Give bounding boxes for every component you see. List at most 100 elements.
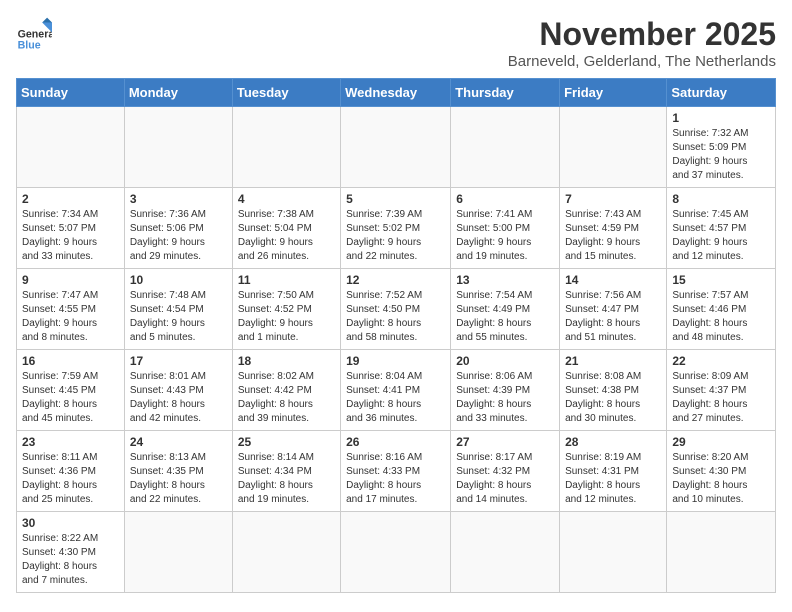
day-info: Sunrise: 8:02 AM Sunset: 4:42 PM Dayligh… [238,370,335,426]
day-cell: 8Sunrise: 7:45 AM Sunset: 4:57 PM Daylig… [667,188,776,269]
day-cell: 23 Sunrise: 8:11 AM Sunset: 4:36 PM Dayli… [17,431,125,512]
day-number: 3 [130,192,227,206]
location: Barneveld, Gelderland, The Netherlands [508,53,776,70]
day-cell: 27 Sunrise: 8:17 AM Sunset: 4:32 PM Dayli… [451,431,560,512]
day-number: 11 [238,273,335,287]
day-cell: 18 Sunrise: 8:02 AM Sunset: 4:42 PM Dayli… [232,350,340,431]
day-cell [17,107,125,188]
day-info: Sunrise: 7:52 AM Sunset: 4:50 PM Dayligh… [346,289,445,345]
day-info: Sunrise: 8:14 AM Sunset: 4:34 PM Dayligh… [238,451,335,507]
title-block: November 2025 Barneveld, Gelderland, The… [508,16,776,70]
weekday-header-wednesday: Wednesday [341,79,451,107]
day-cell: 25 Sunrise: 8:14 AM Sunset: 4:34 PM Dayli… [232,431,340,512]
day-number: 5 [346,192,445,206]
month-title: November 2025 [508,16,776,53]
day-info: Sunrise: 7:50 AM Sunset: 4:52 PM Dayligh… [238,289,335,345]
day-cell: 22 Sunrise: 8:09 AM Sunset: 4:37 PM Dayli… [667,350,776,431]
day-info: Sunrise: 8:19 AM Sunset: 4:31 PM Dayligh… [565,451,661,507]
day-number: 16 [22,354,119,368]
week-row-4: 16 Sunrise: 7:59 AM Sunset: 4:45 PM Dayli… [17,350,776,431]
day-cell: 3 Sunrise: 7:36 AM Sunset: 5:06 PM Daylig… [124,188,232,269]
day-number: 6 [456,192,554,206]
week-row-6: 30 Sunrise: 8:22 AM Sunset: 4:30 PM Dayli… [17,512,776,593]
svg-text:General: General [18,28,52,40]
day-cell: 28 Sunrise: 8:19 AM Sunset: 4:31 PM Dayli… [560,431,667,512]
week-row-3: 9Sunrise: 7:47 AM Sunset: 4:55 PM Daylig… [17,269,776,350]
day-number: 1 [672,111,770,125]
weekday-header-saturday: Saturday [667,79,776,107]
day-cell: 17 Sunrise: 8:01 AM Sunset: 4:43 PM Dayli… [124,350,232,431]
day-cell: 20 Sunrise: 8:06 AM Sunset: 4:39 PM Dayli… [451,350,560,431]
day-info: Sunrise: 8:13 AM Sunset: 4:35 PM Dayligh… [130,451,227,507]
day-info: Sunrise: 7:43 AM Sunset: 4:59 PM Dayligh… [565,208,661,264]
day-info: Sunrise: 8:06 AM Sunset: 4:39 PM Dayligh… [456,370,554,426]
weekday-header-tuesday: Tuesday [232,79,340,107]
day-cell: 21Sunrise: 8:08 AM Sunset: 4:38 PM Dayli… [560,350,667,431]
weekday-header-friday: Friday [560,79,667,107]
day-info: Sunrise: 8:22 AM Sunset: 4:30 PM Dayligh… [22,532,119,588]
day-number: 12 [346,273,445,287]
day-info: Sunrise: 7:47 AM Sunset: 4:55 PM Dayligh… [22,289,119,345]
day-cell: 16 Sunrise: 7:59 AM Sunset: 4:45 PM Dayli… [17,350,125,431]
day-cell: 7 Sunrise: 7:43 AM Sunset: 4:59 PM Daylig… [560,188,667,269]
day-cell: 26Sunrise: 8:16 AM Sunset: 4:33 PM Dayli… [341,431,451,512]
day-cell: 19 Sunrise: 8:04 AM Sunset: 4:41 PM Dayli… [341,350,451,431]
day-cell: 10 Sunrise: 7:48 AM Sunset: 4:54 PM Dayli… [124,269,232,350]
day-number: 20 [456,354,554,368]
day-info: Sunrise: 7:36 AM Sunset: 5:06 PM Dayligh… [130,208,227,264]
day-number: 7 [565,192,661,206]
day-info: Sunrise: 7:41 AM Sunset: 5:00 PM Dayligh… [456,208,554,264]
day-number: 25 [238,435,335,449]
day-number: 27 [456,435,554,449]
day-info: Sunrise: 8:11 AM Sunset: 4:36 PM Dayligh… [22,451,119,507]
day-cell [232,512,340,593]
day-number: 15 [672,273,770,287]
day-cell [341,107,451,188]
day-number: 17 [130,354,227,368]
day-cell: 29Sunrise: 8:20 AM Sunset: 4:30 PM Dayli… [667,431,776,512]
day-info: Sunrise: 8:09 AM Sunset: 4:37 PM Dayligh… [672,370,770,426]
day-number: 13 [456,273,554,287]
day-number: 19 [346,354,445,368]
day-info: Sunrise: 7:34 AM Sunset: 5:07 PM Dayligh… [22,208,119,264]
weekday-header-sunday: Sunday [17,79,125,107]
logo: General Blue [16,16,52,52]
day-info: Sunrise: 7:56 AM Sunset: 4:47 PM Dayligh… [565,289,661,345]
day-number: 8 [672,192,770,206]
day-info: Sunrise: 8:17 AM Sunset: 4:32 PM Dayligh… [456,451,554,507]
day-number: 23 [22,435,119,449]
day-number: 29 [672,435,770,449]
day-number: 30 [22,516,119,530]
page-header: General Blue November 2025 Barneveld, Ge… [16,16,776,70]
calendar-table: SundayMondayTuesdayWednesdayThursdayFrid… [16,78,776,593]
day-number: 28 [565,435,661,449]
day-cell: 12 Sunrise: 7:52 AM Sunset: 4:50 PM Dayli… [341,269,451,350]
day-cell: 6 Sunrise: 7:41 AM Sunset: 5:00 PM Daylig… [451,188,560,269]
day-cell [232,107,340,188]
day-info: Sunrise: 8:04 AM Sunset: 4:41 PM Dayligh… [346,370,445,426]
day-number: 10 [130,273,227,287]
day-number: 21 [565,354,661,368]
day-info: Sunrise: 7:59 AM Sunset: 4:45 PM Dayligh… [22,370,119,426]
day-cell: 9Sunrise: 7:47 AM Sunset: 4:55 PM Daylig… [17,269,125,350]
day-info: Sunrise: 7:54 AM Sunset: 4:49 PM Dayligh… [456,289,554,345]
week-row-1: 1Sunrise: 7:32 AM Sunset: 5:09 PM Daylig… [17,107,776,188]
day-number: 22 [672,354,770,368]
day-cell [667,512,776,593]
day-cell [124,512,232,593]
day-info: Sunrise: 8:01 AM Sunset: 4:43 PM Dayligh… [130,370,227,426]
day-cell [341,512,451,593]
day-number: 24 [130,435,227,449]
day-cell: 15Sunrise: 7:57 AM Sunset: 4:46 PM Dayli… [667,269,776,350]
day-number: 2 [22,192,119,206]
svg-text:Blue: Blue [18,40,41,52]
day-info: Sunrise: 8:16 AM Sunset: 4:33 PM Dayligh… [346,451,445,507]
day-cell: 24 Sunrise: 8:13 AM Sunset: 4:35 PM Dayli… [124,431,232,512]
day-info: Sunrise: 7:48 AM Sunset: 4:54 PM Dayligh… [130,289,227,345]
day-number: 18 [238,354,335,368]
day-cell: 4Sunrise: 7:38 AM Sunset: 5:04 PM Daylig… [232,188,340,269]
day-cell: 1Sunrise: 7:32 AM Sunset: 5:09 PM Daylig… [667,107,776,188]
day-number: 14 [565,273,661,287]
day-number: 4 [238,192,335,206]
day-cell [451,107,560,188]
